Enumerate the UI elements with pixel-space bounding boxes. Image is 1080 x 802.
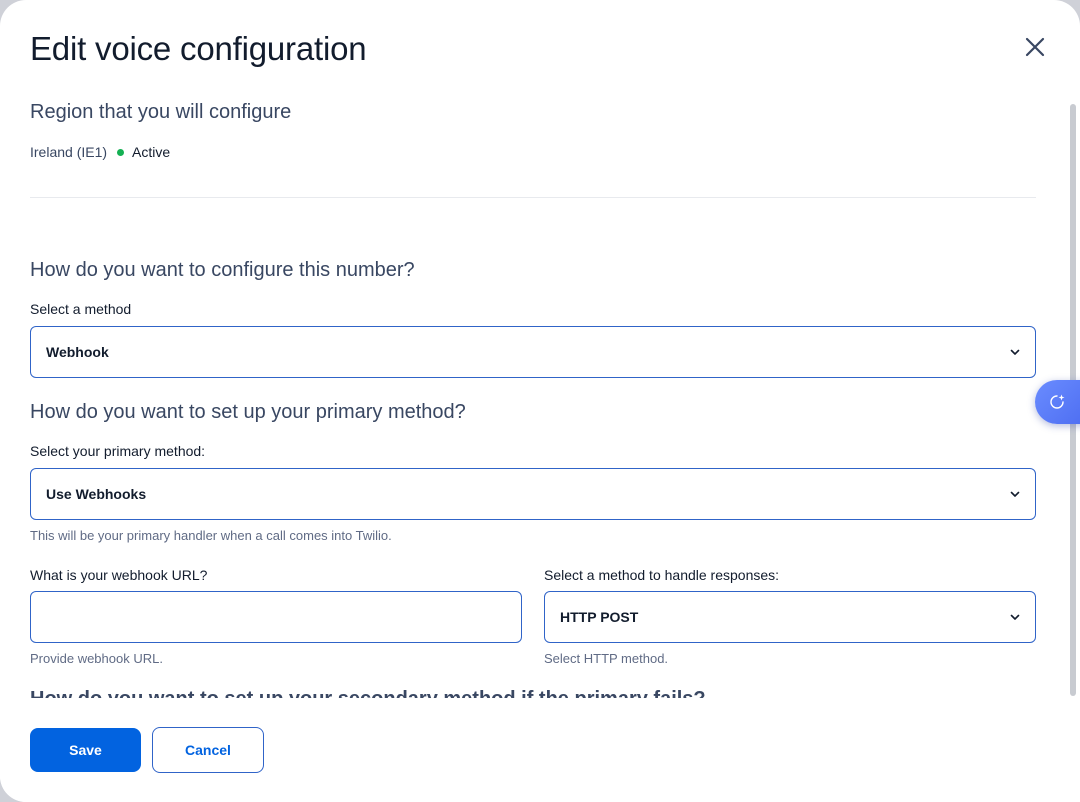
sparkle-assistant-icon: [1050, 394, 1065, 409]
method-select-value: Webhook: [46, 344, 109, 360]
chevron-down-icon: [1010, 491, 1020, 497]
configure-heading: How do you want to configure this number…: [30, 259, 415, 281]
status-dot-icon: [117, 148, 125, 156]
primary-method-select-value: Use Webhooks: [46, 486, 147, 502]
save-button[interactable]: Save: [30, 728, 141, 772]
webhook-url-label: What is your webhook URL?: [30, 567, 208, 583]
modal-body[interactable]: Region that you will configure Ireland (…: [0, 100, 1062, 698]
webhook-url-input[interactable]: [30, 591, 522, 643]
modal-footer: Save Cancel: [0, 698, 1080, 802]
region-status: Active: [132, 144, 171, 160]
primary-method-help: This will be your primary handler when a…: [30, 528, 392, 543]
primary-method-select[interactable]: Use Webhooks: [30, 468, 1036, 520]
http-method-label: Select a method to handle responses:: [544, 567, 780, 583]
secondary-heading: How do you want to set up your secondary…: [30, 688, 706, 698]
chevron-down-icon: [1010, 349, 1020, 355]
cancel-button[interactable]: Cancel: [152, 727, 264, 773]
primary-method-label: Select your primary method:: [30, 443, 206, 459]
webhook-url-help: Provide webhook URL.: [30, 651, 163, 666]
http-method-select[interactable]: HTTP POST: [544, 591, 1036, 643]
region-info: Ireland (IE1) Active: [30, 144, 170, 160]
close-icon: [1025, 37, 1045, 57]
http-method-select-value: HTTP POST: [560, 609, 639, 625]
method-select[interactable]: Webhook: [30, 326, 1036, 378]
region-name: Ireland (IE1): [30, 144, 108, 160]
method-label: Select a method: [30, 301, 132, 317]
primary-heading: How do you want to set up your primary m…: [30, 401, 466, 423]
region-heading: Region that you will configure: [30, 101, 292, 123]
assistant-launcher-button[interactable]: [1035, 380, 1080, 424]
divider: [30, 197, 1036, 198]
chevron-down-icon: [1010, 614, 1020, 620]
edit-voice-configuration-modal: Edit voice configuration Region that you…: [0, 0, 1080, 802]
http-method-help: Select HTTP method.: [544, 651, 669, 666]
close-button[interactable]: [1018, 30, 1052, 64]
modal-title: Edit voice configuration: [30, 30, 367, 67]
